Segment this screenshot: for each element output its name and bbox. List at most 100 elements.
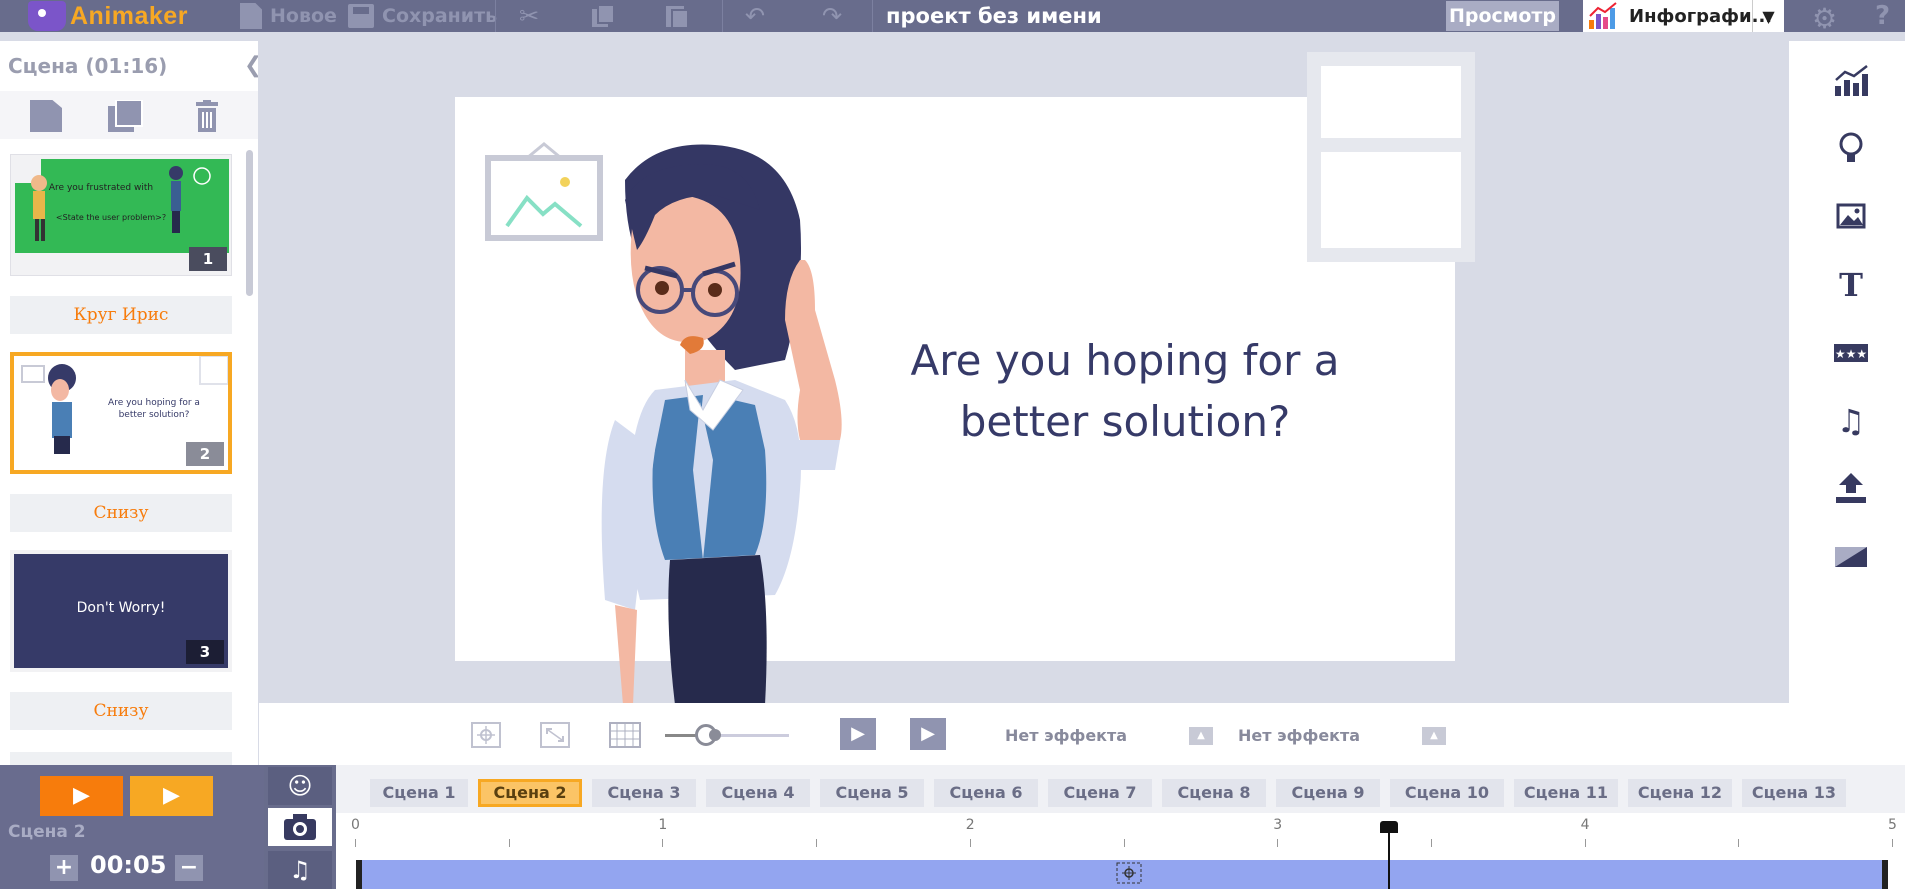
scene-tab-4[interactable]: Сцена 4 xyxy=(706,779,810,807)
scene-clip-bar[interactable] xyxy=(356,860,1888,889)
track-icons: ☺ ♫ xyxy=(264,765,336,889)
grid-icon[interactable] xyxy=(609,722,641,748)
ruler-tick xyxy=(1892,839,1893,847)
exit-effect-label[interactable]: Нет эффекта xyxy=(1238,726,1360,745)
cut-icon[interactable]: ✂ xyxy=(515,3,543,29)
center-object-icon[interactable] xyxy=(471,722,501,748)
character-track-icon[interactable]: ☺ xyxy=(268,767,332,805)
collapse-panel-icon[interactable]: ❮ xyxy=(244,53,258,78)
play-from-start-button[interactable]: ▶ xyxy=(40,776,123,816)
music-track-icon[interactable]: ♫ xyxy=(268,851,332,889)
new-button[interactable]: Новое xyxy=(240,0,337,32)
toolbar-divider xyxy=(722,0,723,32)
ruler-tick xyxy=(816,839,818,847)
scene-tab-9[interactable]: Сцена 9 xyxy=(1276,779,1380,807)
text-icon[interactable]: T xyxy=(1833,268,1869,302)
image-placeholder-bottom[interactable] xyxy=(1307,138,1475,262)
scene-tab-2[interactable]: Сцена 2 xyxy=(478,779,582,807)
play-scene-button[interactable]: ▶ xyxy=(910,718,946,750)
enter-effect-label[interactable]: Нет эффекта xyxy=(1005,726,1127,745)
scene-tab-8[interactable]: Сцена 8 xyxy=(1162,779,1266,807)
play-button[interactable]: ▶ xyxy=(130,776,213,816)
preview-button[interactable]: Просмотр xyxy=(1446,1,1559,31)
ruler-tick xyxy=(969,839,971,847)
upload-icon[interactable] xyxy=(1833,471,1869,505)
add-scene-icon[interactable] xyxy=(30,100,62,132)
scene-number-badge: 1 xyxy=(189,247,227,271)
settings-gear-icon[interactable]: ⚙ xyxy=(1812,2,1837,35)
scene-tab-1[interactable]: Сцена 1 xyxy=(370,779,468,807)
app-logo[interactable]: Animaker xyxy=(28,0,188,32)
scene-tab-7[interactable]: Сцена 7 xyxy=(1048,779,1152,807)
right-toolbar: T ★★★ ♫ xyxy=(1789,41,1905,765)
rating-badge-icon[interactable]: ★★★ xyxy=(1833,336,1869,370)
project-title[interactable]: проект без имени xyxy=(886,0,1102,32)
theme-dropdown[interactable]: Инфографи... ▼ xyxy=(1583,0,1784,32)
scene-tab-10[interactable]: Сцена 10 xyxy=(1390,779,1504,807)
scene-thumbnail-1[interactable]: Are you frustrated with <State the user … xyxy=(10,154,232,276)
current-scene-label: Сцена 2 xyxy=(8,822,86,842)
camera-track-icon[interactable] xyxy=(268,808,332,846)
help-icon[interactable]: ? xyxy=(1875,0,1905,32)
play-scene-from-start-button[interactable]: ▶ xyxy=(840,718,876,750)
enter-effect-toggle[interactable]: ▲ xyxy=(1189,727,1213,745)
scene-1-subtext: <State the user problem>? xyxy=(55,213,167,222)
undo-icon[interactable]: ↶ xyxy=(741,3,769,29)
ruler-tick xyxy=(1277,839,1279,847)
image-icon[interactable] xyxy=(1833,199,1869,233)
scene-tab-11[interactable]: Сцена 11 xyxy=(1514,779,1618,807)
theme-label: Инфографи... xyxy=(1629,5,1773,27)
scene-tab-12[interactable]: Сцена 12 xyxy=(1628,779,1732,807)
transition-1[interactable]: Круг Ирис xyxy=(10,296,232,334)
toolbar-divider xyxy=(872,0,873,32)
woman-character[interactable] xyxy=(585,140,855,705)
ruler-tick xyxy=(1123,839,1125,847)
playhead[interactable] xyxy=(1388,823,1391,889)
decrease-duration-button[interactable]: − xyxy=(175,855,203,881)
ruler-label: 4 xyxy=(1580,817,1590,833)
scenes-scrollbar[interactable] xyxy=(246,150,253,296)
scene-tab-13[interactable]: Сцена 13 xyxy=(1742,779,1846,807)
transition-3[interactable]: Снизу xyxy=(10,692,232,730)
scene-number-badge: 2 xyxy=(186,442,224,466)
scene-tab-6[interactable]: Сцена 6 xyxy=(934,779,1038,807)
scene-2-text: Are you hoping for a xyxy=(108,398,200,408)
ruler-label: 2 xyxy=(965,817,975,833)
scene-thumbnail-3[interactable]: Don't Worry! 3 xyxy=(10,550,232,672)
ruler-tick xyxy=(508,839,510,847)
timeline-panel: ▶ ▶ Сцена 2 + 00:05 − ☺ ♫ Сцена 1 Сцена 2… xyxy=(0,765,1905,889)
top-toolbar: Animaker Новое Сохранить ✂ ↶ ↷ проект бе… xyxy=(0,0,1905,35)
ruler-label: 0 xyxy=(351,817,360,833)
fit-screen-icon[interactable] xyxy=(540,722,570,748)
music-icon[interactable]: ♫ xyxy=(1833,404,1869,438)
logo-text: Animaker xyxy=(70,1,188,30)
scene-tab-5[interactable]: Сцена 5 xyxy=(820,779,924,807)
ruler-tick xyxy=(355,839,356,847)
zoom-slider-handle[interactable] xyxy=(694,724,717,746)
chevron-down-icon[interactable]: ▼ xyxy=(1752,0,1784,32)
image-placeholder-top[interactable] xyxy=(1307,52,1475,152)
duplicate-scene-icon[interactable] xyxy=(108,99,143,132)
scene-tabs: Сцена 1 Сцена 2 Сцена 3 Сцена 4 Сцена 5 Сцена… xyxy=(336,765,1905,813)
exit-effect-toggle[interactable]: ▲ xyxy=(1422,727,1446,745)
save-button[interactable]: Сохранить xyxy=(348,0,497,32)
delete-scene-icon[interactable] xyxy=(194,100,226,132)
increase-duration-button[interactable]: + xyxy=(50,855,78,881)
copy-icon[interactable] xyxy=(590,3,618,29)
redo-icon[interactable]: ↷ xyxy=(818,3,846,29)
paste-icon[interactable] xyxy=(664,3,692,29)
scene-duration: 00:05 xyxy=(90,851,167,879)
slide-headline[interactable]: Are you hoping for a better solution? xyxy=(880,330,1370,452)
charts-icon[interactable] xyxy=(1833,64,1869,98)
background-icon[interactable] xyxy=(1833,539,1869,573)
transition-4[interactable] xyxy=(10,752,232,765)
transition-2[interactable]: Снизу xyxy=(10,494,232,532)
timeline-ruler: 0 1 2 3 4 5 xyxy=(336,813,1905,849)
ruler-tick xyxy=(1738,839,1740,847)
toolbar-divider xyxy=(495,0,496,32)
scene-3-text: Don't Worry! xyxy=(76,600,166,616)
scene-thumbnail-2[interactable]: Are you hoping for a better solution? 2 xyxy=(10,352,232,474)
scene-tab-3[interactable]: Сцена 3 xyxy=(592,779,696,807)
camera-focus-icon[interactable] xyxy=(1116,862,1142,884)
props-lightbulb-icon[interactable] xyxy=(1833,131,1869,165)
